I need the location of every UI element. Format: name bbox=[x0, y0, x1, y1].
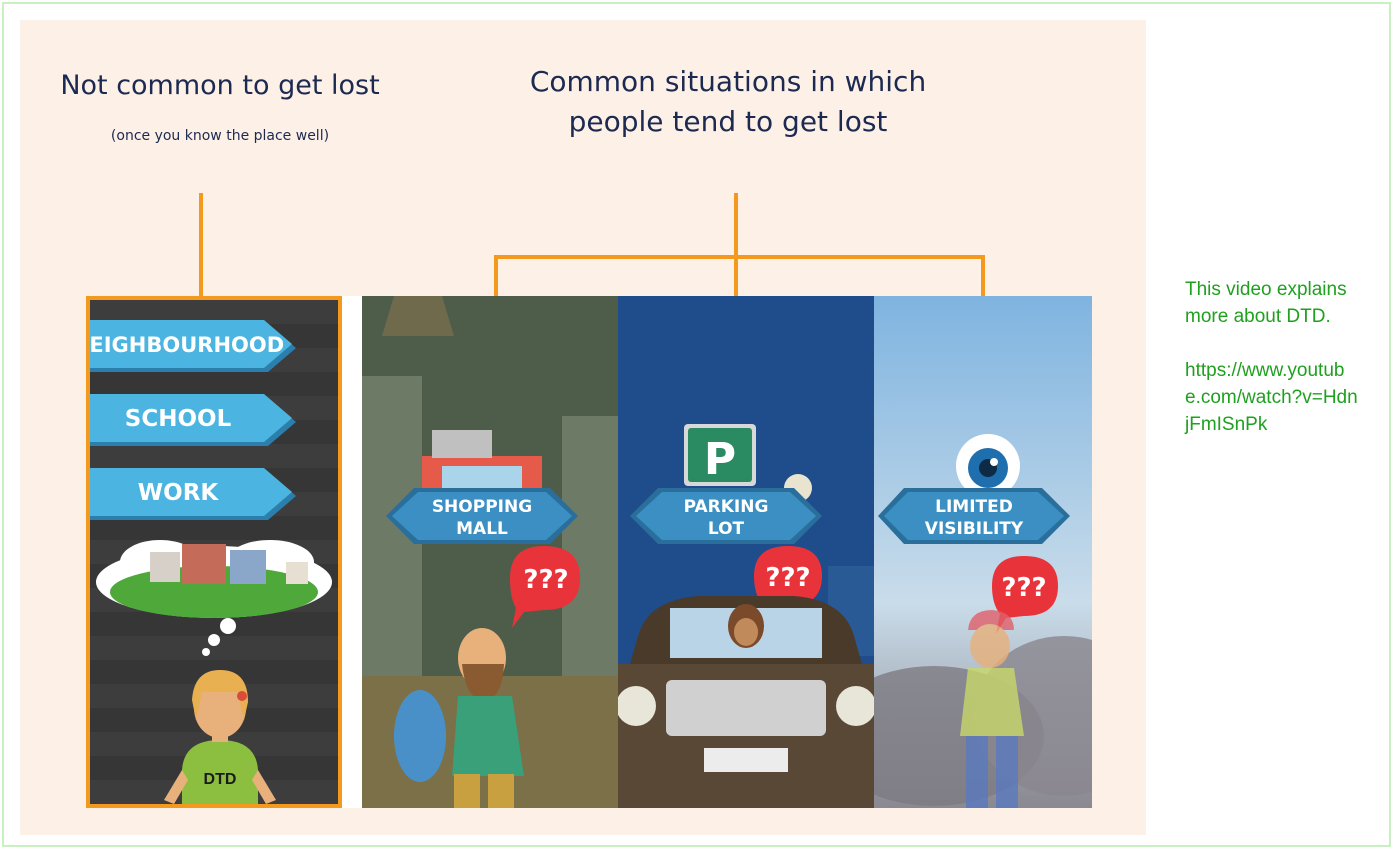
shopping-mall-illustration: SHOPPING MALL ??? bbox=[362, 296, 618, 808]
work-sign: WORK bbox=[90, 468, 296, 520]
parking-sign-letter: P bbox=[704, 434, 736, 485]
limited-visibility-sign: LIMITED VISIBILITY bbox=[878, 488, 1070, 544]
connector-lines bbox=[199, 193, 985, 296]
shirt-label: DTD bbox=[204, 771, 237, 788]
parking-lot-label-line1: PARKING bbox=[684, 497, 769, 517]
limited-visibility-panel: LIMITED VISIBILITY ??? bbox=[874, 296, 1092, 808]
limited-visibility-illustration: LIMITED VISIBILITY ??? bbox=[874, 296, 1092, 808]
side-note: This video explains more about DTD. http… bbox=[1185, 276, 1385, 465]
shopping-mall-panel: SHOPPING MALL ??? bbox=[362, 296, 618, 808]
video-link[interactable]: https://www.youtube.com/watch?v=HdnjFmIS… bbox=[1185, 357, 1360, 438]
shopping-mall-label-line1: SHOPPING bbox=[432, 497, 532, 517]
neighbourhood-sign: NEIGHBOURHOOD bbox=[90, 320, 296, 372]
car-with-driver bbox=[618, 596, 874, 808]
limited-visibility-bubble-text: ??? bbox=[1001, 573, 1046, 603]
limited-visibility-label-line1: LIMITED bbox=[935, 497, 1013, 517]
parking-lot-panel: P PARKING LOT ??? bbox=[618, 296, 874, 808]
parking-lot-bubble-text: ??? bbox=[765, 563, 810, 593]
familiar-places-illustration: NEIGHBOURHOOD SCHOOL WORK DTD bbox=[90, 300, 338, 804]
shopping-mall-sign: SHOPPING MALL bbox=[386, 488, 578, 544]
sign-school: SCHOOL bbox=[125, 406, 232, 432]
familiar-places-panel: NEIGHBOURHOOD SCHOOL WORK DTD bbox=[86, 296, 342, 808]
sign-work: WORK bbox=[138, 480, 220, 506]
parking-lot-label-line2: LOT bbox=[708, 519, 745, 539]
panel-divider bbox=[342, 296, 362, 808]
parking-lot-sign: PARKING LOT bbox=[630, 488, 822, 544]
shopping-mall-label-line2: MALL bbox=[456, 519, 508, 539]
right-connector-bracket bbox=[494, 255, 985, 296]
limited-visibility-label-line2: VISIBILITY bbox=[925, 519, 1024, 539]
side-note-text: This video explains more about DTD. bbox=[1185, 279, 1347, 327]
school-sign: SCHOOL bbox=[90, 394, 296, 446]
sign-neighbourhood: NEIGHBOURHOOD bbox=[90, 333, 284, 357]
shopping-mall-bubble-text: ??? bbox=[523, 565, 568, 595]
parking-lot-illustration: P PARKING LOT ??? bbox=[618, 296, 874, 808]
